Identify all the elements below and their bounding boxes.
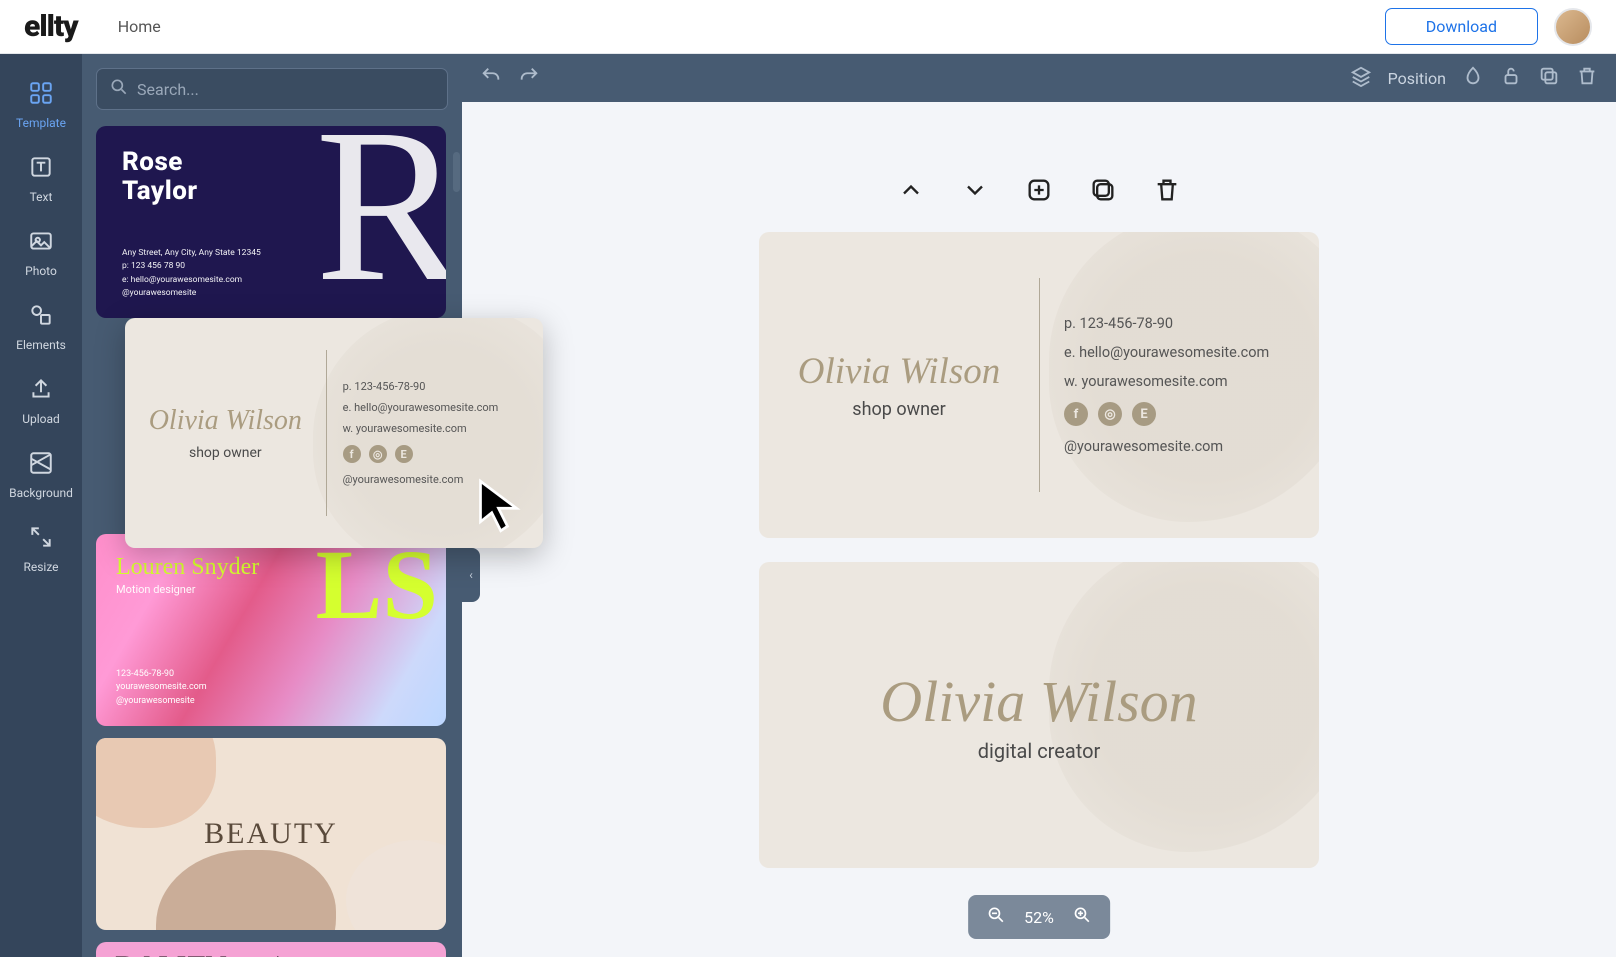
card-right: p. 123-456-78-90 e. hello@yourawesomesit… (1039, 278, 1269, 492)
sidebar-item-background[interactable]: Background (0, 438, 82, 512)
sidebar-item-resize[interactable]: Resize (0, 512, 82, 586)
zoom-value[interactable]: 52% (1024, 908, 1054, 927)
preview-web: w. yourawesomesite.com (343, 422, 543, 435)
undo-icon[interactable] (480, 65, 502, 91)
sidebar-item-template[interactable]: Template (0, 68, 82, 142)
position-label[interactable]: Position (1388, 69, 1446, 88)
header-right: Download (1385, 8, 1592, 46)
template-icon (28, 80, 54, 110)
cursor-icon (476, 476, 530, 540)
toolbar-left (480, 65, 540, 91)
card-left: Olivia Wilson shop owner (759, 232, 1039, 538)
instagram-icon: ◎ (369, 445, 387, 463)
move-up-icon[interactable] (897, 176, 925, 208)
background-icon (28, 450, 54, 480)
sidebar-item-label: Template (16, 116, 66, 130)
canvas-toolbar: Position (462, 54, 1616, 102)
preview-email: e. hello@yourawesomesite.com (343, 401, 543, 414)
card-name[interactable]: Olivia Wilson (880, 668, 1197, 735)
template-card-rose[interactable]: R Rose Taylor Any Street, Any City, Any … (96, 126, 446, 318)
download-button[interactable]: Download (1385, 8, 1538, 45)
search-input[interactable] (137, 80, 435, 99)
sidebar-item-label: Text (30, 190, 53, 204)
preview-socials: f ◎ E (343, 445, 543, 463)
home-link[interactable]: Home (118, 17, 161, 36)
collapse-panel-handle[interactable]: ‹ (462, 548, 480, 602)
duplicate-page-icon[interactable] (1089, 176, 1117, 208)
instagram-icon[interactable]: ◎ (1098, 402, 1122, 426)
template-card-ramen[interactable]: RAMEN (96, 942, 446, 957)
preview-name: Olivia Wilson (149, 405, 302, 437)
photo-icon (28, 228, 54, 258)
tpl-details: Any Street, Any City, Any State 12345 p:… (122, 247, 261, 300)
add-page-icon[interactable] (1025, 176, 1053, 208)
card-email[interactable]: e. hello@yourawesomesite.com (1064, 344, 1269, 361)
user-avatar[interactable] (1554, 8, 1592, 46)
card-handle[interactable]: @yourawesomesite.com (1064, 438, 1269, 455)
facebook-icon[interactable]: f (1064, 402, 1088, 426)
preview-left: Olivia Wilson shop owner (125, 318, 326, 548)
card-socials: f ◎ E (1064, 402, 1269, 426)
preview-role: shop owner (189, 445, 262, 461)
template-card-beauty[interactable]: BEAUTY (96, 738, 446, 930)
upload-icon (28, 376, 54, 406)
canvas-page-2[interactable]: Olivia Wilson digital creator (759, 562, 1319, 868)
card-phone[interactable]: p. 123-456-78-90 (1064, 315, 1269, 332)
sidebar-item-label: Resize (23, 560, 58, 574)
trash-icon[interactable] (1576, 65, 1598, 91)
facebook-icon: f (343, 445, 361, 463)
template-card-loren[interactable]: LS Louren Snyder Motion designer 123-456… (96, 534, 446, 726)
tpl-details: 123-456-78-90 yourawesomesite.com @youra… (116, 668, 207, 709)
text-icon (28, 154, 54, 184)
search-box[interactable] (96, 68, 448, 110)
etsy-icon[interactable]: E (1132, 402, 1156, 426)
resize-icon (28, 524, 54, 554)
sidebar-item-label: Background (9, 486, 73, 500)
left-toolbar: Template Text Photo Elements Upload Back… (0, 54, 82, 957)
zoom-bar: 52% (968, 895, 1110, 939)
tpl-title: BEAUTY (204, 817, 338, 851)
page-actions (897, 176, 1181, 208)
card-role[interactable]: shop owner (852, 399, 945, 420)
elements-icon (28, 302, 54, 332)
delete-page-icon[interactable] (1153, 176, 1181, 208)
sidebar-item-label: Upload (22, 412, 60, 426)
sidebar-item-photo[interactable]: Photo (0, 216, 82, 290)
app-logo[interactable]: ellty (24, 9, 78, 44)
opacity-icon[interactable] (1462, 65, 1484, 91)
tpl-role: Motion designer (116, 583, 426, 596)
layers-icon[interactable] (1350, 65, 1372, 91)
top-header: ellty Home Download (0, 0, 1616, 54)
card-role[interactable]: digital creator (978, 739, 1101, 763)
sidebar-item-label: Elements (16, 338, 66, 352)
decorative-blob (346, 840, 446, 930)
etsy-icon: E (395, 445, 413, 463)
lock-icon[interactable] (1500, 65, 1522, 91)
sidebar-item-elements[interactable]: Elements (0, 290, 82, 364)
preview-phone: p. 123-456-78-90 (343, 380, 543, 393)
decorative-blob (96, 738, 216, 828)
card-name[interactable]: Olivia Wilson (798, 350, 1000, 393)
sidebar-item-label: Photo (25, 264, 57, 278)
zoom-out-icon[interactable] (986, 905, 1006, 929)
canvas-page-1[interactable]: Olivia Wilson shop owner p. 123-456-78-9… (759, 232, 1319, 538)
tpl-title: RAMEN (114, 950, 227, 957)
move-down-icon[interactable] (961, 176, 989, 208)
panel-scrollbar[interactable] (453, 152, 460, 192)
header-left: ellty Home (24, 9, 161, 44)
canvas-content[interactable]: Olivia Wilson shop owner p. 123-456-78-9… (462, 102, 1616, 957)
duplicate-icon[interactable] (1538, 65, 1560, 91)
canvas-area: Position Olivia Wilson shop owner (462, 54, 1616, 957)
redo-icon[interactable] (518, 65, 540, 91)
decorative-letter: R (315, 126, 446, 304)
search-icon (109, 77, 129, 101)
sidebar-item-text[interactable]: Text (0, 142, 82, 216)
card-inner: Olivia Wilson digital creator (759, 562, 1319, 868)
decorative-blob (156, 850, 336, 930)
card-web[interactable]: w. yourawesomesite.com (1064, 373, 1269, 390)
toolbar-right: Position (1350, 65, 1598, 91)
sidebar-item-upload[interactable]: Upload (0, 364, 82, 438)
zoom-in-icon[interactable] (1072, 905, 1092, 929)
